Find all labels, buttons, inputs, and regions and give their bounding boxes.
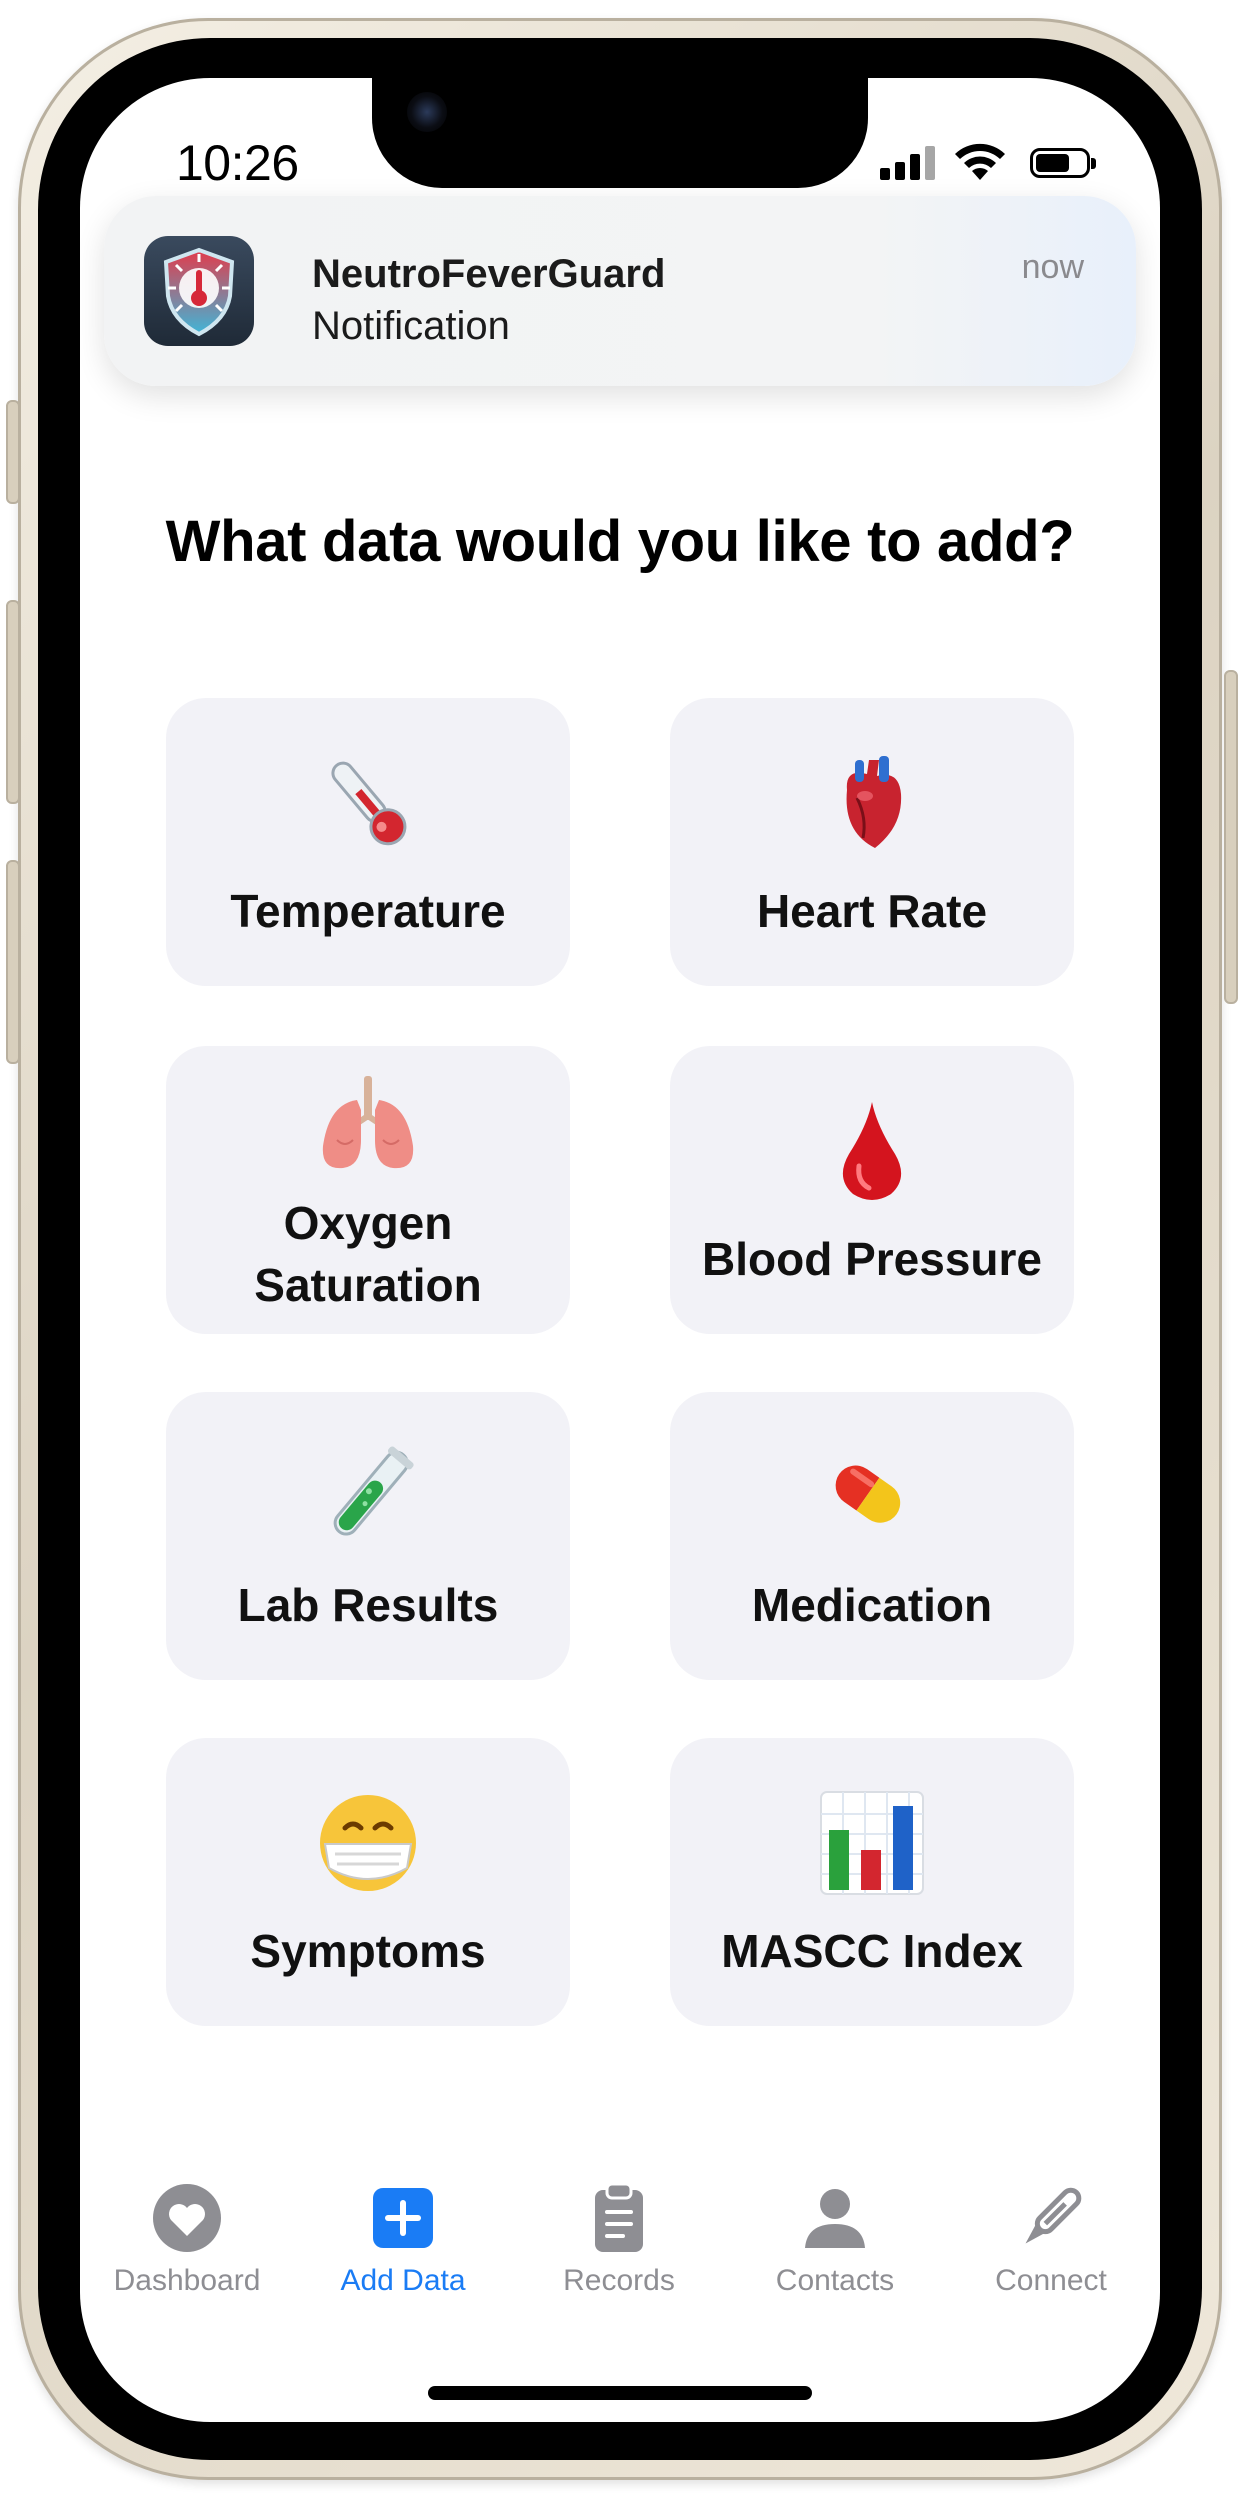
test-tube-icon [333,1446,414,1536]
tile-label: Blood Pressure [702,1233,1042,1285]
tile-label: Oxygen Saturation [254,1197,482,1311]
front-camera [407,92,447,132]
notification-body: Notification [312,304,510,348]
thermometer-pen-icon [1011,2178,1091,2258]
tab-dashboard[interactable]: Dashboard [102,2178,272,2298]
tab-label: Records [563,2264,675,2297]
tile-blood-pressure[interactable]: Blood Pressure [670,1046,1074,1334]
status-time: 10:26 [176,135,299,191]
lungs-icon [322,1076,414,1169]
notch [372,78,868,188]
clipboard-icon [579,2178,659,2258]
heart-circle-icon [147,2178,227,2258]
tile-medication[interactable]: Medication [670,1392,1074,1680]
home-indicator[interactable] [428,2386,812,2400]
tile-heart-rate[interactable]: Heart Rate [670,698,1074,986]
screen: 10:26 NeutroFeverGuard Notification now … [80,78,1160,2422]
cellular-signal-icon [880,144,936,180]
tab-connect[interactable]: Connect [966,2178,1136,2298]
drop-of-blood-icon [842,1102,902,1200]
tab-contacts[interactable]: Contacts [750,2178,920,2298]
tab-label: Contacts [775,2264,895,2297]
tile-label: Symptoms [250,1925,486,1977]
thermometer-icon [331,761,407,846]
tile-temperature[interactable]: Temperature [166,698,570,986]
tile-oxygen-saturation[interactable]: Oxygen Saturation [166,1046,570,1334]
tab-label: Add Data [340,2264,466,2297]
anatomical-heart-icon [846,756,902,848]
tab-label: Dashboard [113,2264,261,2297]
battery-icon [1030,148,1096,178]
plus-square-icon [363,2178,443,2258]
notification-timestamp: now [1021,248,1084,286]
side-button-volume-up [6,600,20,804]
tile-label: Heart Rate [756,885,988,937]
wifi-icon [955,143,1005,180]
bar-chart-icon [820,1791,924,1895]
tile-lab-results[interactable]: Lab Results [166,1392,570,1680]
person-icon [795,2178,875,2258]
tile-label: Temperature [230,885,506,937]
notification-banner[interactable]: NeutroFeverGuard Notification now [104,196,1136,386]
side-button-volume-down [6,860,20,1064]
side-button-silent [6,400,20,504]
tile-symptoms[interactable]: Symptoms [166,1738,570,2026]
tile-label: Lab Results [237,1579,499,1631]
pill-icon [835,1465,901,1523]
tile-label: Medication [751,1579,993,1631]
side-button-power [1224,670,1238,1004]
tab-add-data[interactable]: Add Data [318,2178,488,2298]
face-with-medical-mask-icon [320,1795,416,1891]
page-title: What data would you like to add? [165,509,1075,574]
tile-label: MASCC Index [721,1925,1023,1977]
tile-mascc-index[interactable]: MASCC Index [670,1738,1074,2026]
app-shield-icon [144,236,254,346]
tab-records[interactable]: Records [534,2178,704,2298]
tab-label: Connect [995,2264,1107,2297]
notification-app-name: NeutroFeverGuard [312,252,666,296]
